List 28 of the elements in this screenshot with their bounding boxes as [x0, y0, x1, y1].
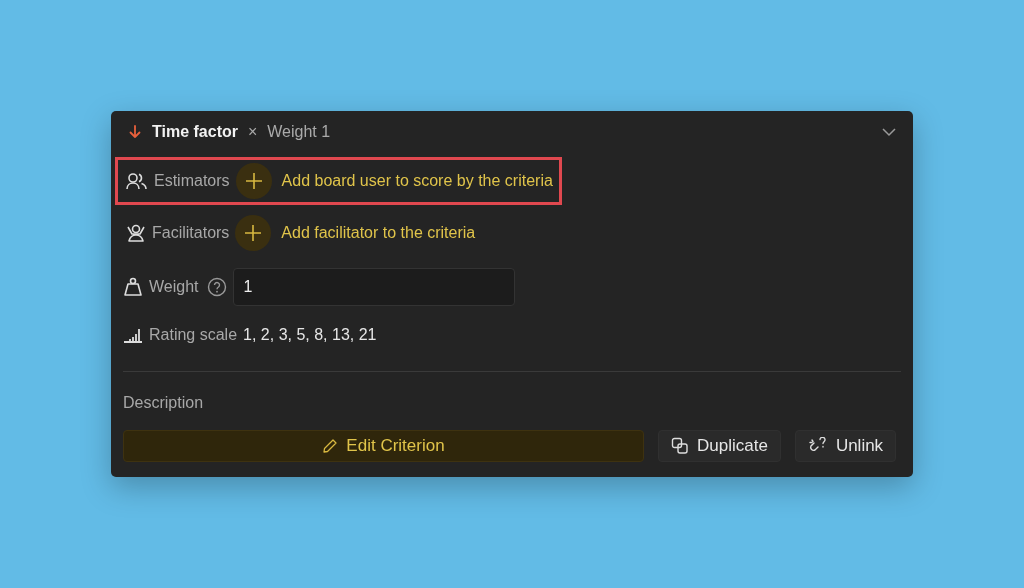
person-icon: [126, 224, 146, 242]
add-link[interactable]: Add board user to score by the criteria: [281, 172, 553, 190]
criterion-title: Time factor: [152, 123, 238, 141]
unlink-button[interactable]: Unlink: [794, 430, 897, 462]
add-button[interactable]: [235, 215, 272, 251]
signal-bars-icon: [123, 327, 143, 343]
duplicate-button[interactable]: Duplicate: [658, 430, 781, 462]
times-sign: ×: [247, 123, 258, 141]
field-label: Facilitators: [152, 224, 230, 242]
description-label: Description: [123, 394, 205, 412]
rating-values: 1, 2, 3, 5, 8, 13, 21: [243, 326, 377, 344]
duplicate-icon: [671, 437, 689, 455]
pencil-icon: [322, 438, 339, 454]
add-button[interactable]: [235, 163, 272, 199]
field-label: Weight: [149, 278, 199, 296]
plus-icon: [243, 223, 264, 243]
chevron-icon: [881, 127, 897, 137]
weight-summary: Weight 1: [267, 123, 331, 141]
weight-icon: [123, 277, 143, 297]
weight-field[interactable]: 1: [232, 268, 515, 306]
edit-button[interactable]: Edit Criterion: [123, 430, 644, 462]
field-label: Estimators: [154, 172, 230, 190]
field-label: Rating scale: [149, 326, 238, 344]
plus-icon: [243, 171, 264, 191]
add-link[interactable]: Add facilitator to the criteria: [281, 224, 476, 242]
people-icon: [126, 172, 148, 190]
down-arrow-icon: [129, 125, 141, 139]
help-icon[interactable]: [206, 277, 227, 297]
